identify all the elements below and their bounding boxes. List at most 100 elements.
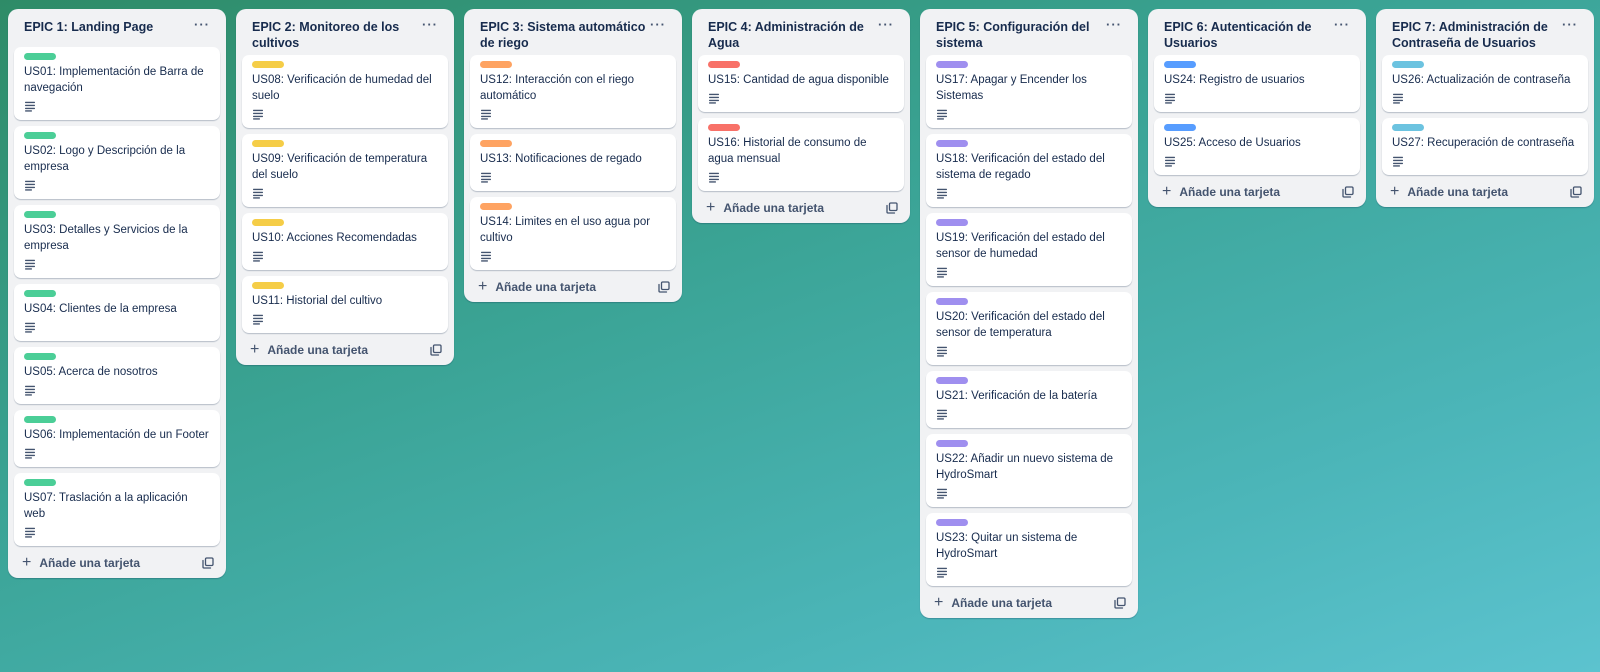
card[interactable]: US20: Verificación del estado del sensor… — [926, 292, 1132, 365]
card[interactable]: US13: Notificaciones de regado — [470, 134, 676, 191]
card-label[interactable] — [24, 290, 56, 297]
card-label[interactable] — [708, 124, 740, 131]
card-label[interactable] — [936, 377, 968, 384]
list-title[interactable]: EPIC 5: Configuración del sistema — [936, 19, 1104, 51]
list-epic-3: EPIC 3: Sistema automático de riego ··· US… — [464, 9, 682, 302]
create-from-template-icon[interactable] — [658, 281, 670, 293]
card-label[interactable] — [480, 140, 512, 147]
card[interactable]: US17: Apagar y Encender los Sistemas — [926, 55, 1132, 128]
add-card-button[interactable]: + Añade una tarjeta — [478, 279, 597, 295]
description-icon — [1165, 156, 1175, 167]
card-label[interactable] — [252, 282, 284, 289]
list-title[interactable]: EPIC 2: Monitoreo de los cultivos — [252, 19, 420, 51]
description-icon — [25, 322, 35, 333]
card[interactable]: US14: Limites en el uso agua por cultivo — [470, 197, 676, 270]
card-label[interactable] — [708, 61, 740, 68]
card[interactable]: US04: Clientes de la empresa — [14, 284, 220, 341]
list-title[interactable]: EPIC 3: Sistema automático de riego — [480, 19, 648, 51]
card[interactable]: US23: Quitar un sistema de HydroSmart — [926, 513, 1132, 586]
card-title: US02: Logo y Descripción de la empresa — [24, 145, 186, 173]
plus-icon: + — [22, 554, 32, 571]
card[interactable]: US09: Verificación de temperatura del su… — [242, 134, 448, 207]
card-label[interactable] — [24, 353, 56, 360]
card[interactable]: US08: Verificación de humedad del suelo — [242, 55, 448, 128]
add-card-button[interactable]: + Añade una tarjeta — [934, 595, 1052, 611]
card-title: US06: Implementación de un Footer — [24, 429, 209, 441]
card-label[interactable] — [24, 416, 56, 423]
card-label[interactable] — [24, 211, 56, 218]
list-menu-ellipsis-icon[interactable]: ··· — [648, 18, 668, 31]
card-label[interactable] — [936, 519, 968, 526]
list-menu-ellipsis-icon[interactable]: ··· — [1332, 18, 1352, 31]
card[interactable]: US27: Recuperación de contraseña — [1382, 118, 1588, 175]
card[interactable]: US26: Actualización de contraseña — [1382, 55, 1588, 112]
card-label[interactable] — [252, 219, 284, 226]
list-title[interactable]: EPIC 7: Administración de Contraseña de … — [1392, 19, 1560, 51]
add-card-label: Añade una tarjeta — [495, 280, 597, 294]
list-menu-ellipsis-icon[interactable]: ··· — [1560, 18, 1580, 31]
card[interactable]: US06: Implementación de un Footer — [14, 410, 220, 467]
create-from-template-icon[interactable] — [430, 344, 442, 356]
add-card-label: Añade una tarjeta — [723, 201, 825, 215]
card[interactable]: US22: Añadir un nuevo sistema de HydroSm… — [926, 434, 1132, 507]
card[interactable]: US25: Acceso de Usuarios — [1154, 118, 1360, 175]
card[interactable]: US01: Implementación de Barra de navegac… — [14, 47, 220, 120]
create-from-template-icon[interactable] — [1114, 597, 1126, 609]
list-header: EPIC 7: Administración de Contraseña de … — [1382, 9, 1588, 55]
add-card-button[interactable]: + Añade una tarjeta — [22, 554, 140, 571]
card[interactable]: US03: Detalles y Servicios de la empresa — [14, 205, 220, 278]
card-label[interactable] — [1392, 61, 1424, 68]
add-card-button[interactable]: + Añade una tarjeta — [250, 342, 368, 358]
card[interactable]: US21: Verificación de la batería — [926, 371, 1132, 428]
card-label[interactable] — [1392, 124, 1424, 131]
list-title[interactable]: EPIC 6: Autenticación de Usuarios — [1164, 19, 1332, 51]
card[interactable]: US11: Historial del cultivo — [242, 276, 448, 333]
card-title: US07: Traslación a la aplicación web — [24, 492, 188, 520]
create-from-template-icon[interactable] — [202, 557, 214, 569]
list-menu-ellipsis-icon[interactable]: ··· — [1104, 18, 1124, 31]
card[interactable]: US02: Logo y Descripción de la empresa — [14, 126, 220, 199]
card-label[interactable] — [24, 479, 56, 486]
card-list: US26: Actualización de contraseña US27: R… — [1382, 55, 1588, 175]
card[interactable]: US12: Interacción con el riego automátic… — [470, 55, 676, 128]
list-title[interactable]: EPIC 4: Administración de Agua — [708, 19, 876, 51]
create-from-template-icon[interactable] — [886, 202, 898, 214]
add-card-button[interactable]: + Añade una tarjeta — [1162, 184, 1281, 200]
list-epic-6: EPIC 6: Autenticación de Usuarios ··· US24… — [1148, 9, 1366, 207]
card[interactable]: US05: Acerca de nosotros — [14, 347, 220, 404]
card-label[interactable] — [936, 298, 968, 305]
create-from-template-icon[interactable] — [1342, 186, 1354, 198]
add-card-button[interactable]: + Añade una tarjeta — [706, 200, 825, 216]
card[interactable]: US10: Acciones Recomendadas — [242, 213, 448, 270]
card[interactable]: US07: Traslación a la aplicación web — [14, 473, 220, 546]
card-label[interactable] — [936, 140, 968, 147]
card-label[interactable] — [936, 219, 968, 226]
card[interactable]: US18: Verificación del estado del sistem… — [926, 134, 1132, 207]
card[interactable]: US16: Historial de consumo de agua mensu… — [698, 118, 904, 191]
card-label[interactable] — [252, 140, 284, 147]
card-label[interactable] — [480, 203, 512, 210]
card-label[interactable] — [24, 53, 56, 60]
card-label[interactable] — [1164, 124, 1196, 131]
create-from-template-icon[interactable] — [1570, 186, 1582, 198]
list-title[interactable]: EPIC 1: Landing Page — [24, 19, 192, 35]
card-label[interactable] — [936, 440, 968, 447]
add-card-label: Añade una tarjeta — [1179, 185, 1281, 199]
card-title: US16: Historial de consumo de agua mensu… — [708, 137, 867, 165]
card[interactable]: US19: Verificación del estado del sensor… — [926, 213, 1132, 286]
card-title: US19: Verificación del estado del sensor… — [936, 232, 1105, 260]
card-label[interactable] — [24, 132, 56, 139]
list-menu-ellipsis-icon[interactable]: ··· — [420, 18, 440, 31]
list-menu-ellipsis-icon[interactable]: ··· — [876, 18, 896, 31]
card[interactable]: US24: Registro de usuarios — [1154, 55, 1360, 112]
card-label[interactable] — [936, 61, 968, 68]
description-icon — [481, 172, 491, 183]
card-label[interactable] — [252, 61, 284, 68]
card-label[interactable] — [480, 61, 512, 68]
add-card-label: Añade una tarjeta — [1407, 185, 1509, 199]
card-label[interactable] — [1164, 61, 1196, 68]
add-card-button[interactable]: + Añade una tarjeta — [1390, 184, 1509, 200]
add-card-row: + Añade una tarjeta — [1154, 175, 1360, 201]
card[interactable]: US15: Cantidad de agua disponible — [698, 55, 904, 112]
list-menu-ellipsis-icon[interactable]: ··· — [192, 18, 212, 31]
